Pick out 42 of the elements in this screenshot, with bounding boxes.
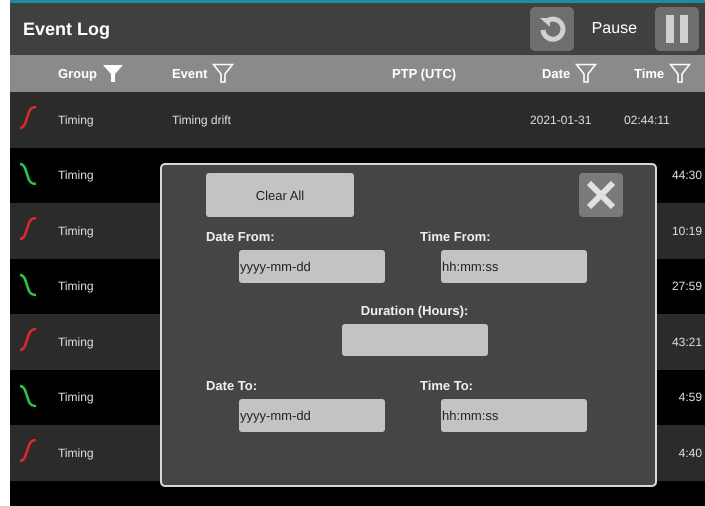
filter-icon[interactable] [212, 63, 234, 84]
window-title: Event Log [23, 18, 112, 40]
pause-label: Pause [592, 20, 637, 38]
table-cell: 43:21 [672, 334, 702, 349]
input-field[interactable]: hh:mm:ss [441, 250, 587, 283]
close-icon [586, 180, 616, 210]
input-field[interactable]: yyyy-mm-dd [239, 250, 385, 283]
table-cell-text: Timing [58, 168, 95, 182]
reset-button[interactable] [530, 7, 574, 51]
column-header: Date [542, 66, 570, 81]
field-label: Duration (Hours): [360, 303, 468, 318]
field-label: Date From: [206, 229, 276, 244]
pause-icon [664, 14, 690, 44]
column-header: PTP (UTC) [392, 66, 456, 81]
column-header: Time [634, 66, 664, 81]
table-cell: 10:19 [672, 224, 702, 238]
table-cell-text: 02:44:11 [624, 112, 671, 127]
filter-icon[interactable] [102, 63, 124, 84]
column-header: Group [58, 66, 97, 81]
table-cell-text: Timing [58, 112, 95, 127]
table-cell-text: Timing [58, 224, 95, 238]
close-button[interactable] [579, 173, 623, 217]
table-cell-text: Timing [58, 279, 95, 294]
filter-icon[interactable] [575, 63, 598, 84]
filter-icon[interactable] [669, 63, 692, 84]
input-field[interactable]: hh:mm:ss [441, 399, 587, 432]
table-cell: 44:30 [672, 168, 702, 182]
table-cell-text: Timing [58, 390, 95, 404]
field-label: Time From: [420, 229, 492, 244]
table-cell-text: Timing [58, 334, 95, 349]
pause-button[interactable] [655, 7, 699, 51]
field-label: Date To: [206, 378, 258, 393]
table-cell: 4:40 [678, 446, 702, 460]
column-header: Event [172, 66, 208, 81]
table-cell: 27:59 [672, 279, 702, 294]
table-cell-text: Timing [58, 446, 95, 460]
table-cell-text: Timing drift [172, 112, 232, 127]
input-field[interactable] [342, 324, 488, 356]
clear-all-button[interactable]: Clear All [206, 173, 354, 217]
field-label: Time To: [420, 378, 474, 393]
input-field[interactable]: yyyy-mm-dd [239, 399, 385, 432]
table-cell: 4:59 [678, 390, 702, 404]
